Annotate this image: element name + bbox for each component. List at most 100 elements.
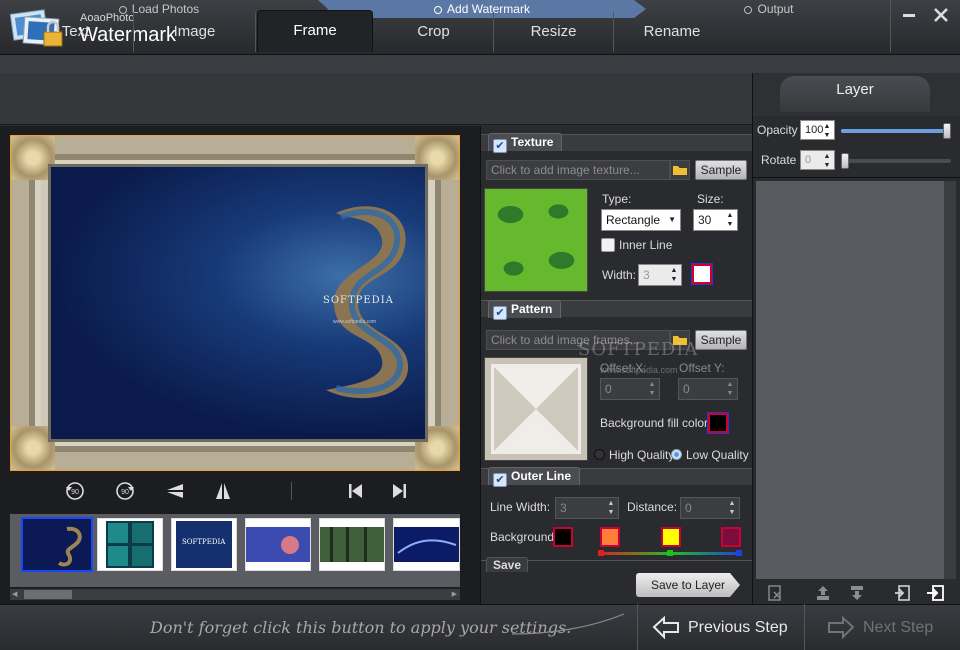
stepper-arrows-icon[interactable]: ▲ ▼ bbox=[822, 122, 832, 140]
checkbox-checked-icon[interactable]: ✔ bbox=[493, 139, 507, 153]
stepper-arrows-icon[interactable]: ▲ ▼ bbox=[647, 380, 657, 398]
width-value: 3 bbox=[643, 268, 650, 282]
checkbox-checked-icon[interactable]: ✔ bbox=[493, 306, 507, 320]
preview-canvas[interactable]: SOFTPEDIA www.softpedia.com bbox=[10, 135, 460, 471]
size-label: Size: bbox=[697, 192, 724, 206]
outer-line-toggle[interactable]: ✔ Outer Line bbox=[488, 467, 581, 487]
rotate-left-90-icon[interactable]: 90 bbox=[62, 478, 88, 504]
pattern-toggle[interactable]: ✔ Pattern bbox=[488, 300, 562, 320]
texture-title: Texture bbox=[511, 135, 554, 149]
texture-sample-button[interactable]: Sample bbox=[695, 160, 747, 180]
pattern-title: Pattern bbox=[511, 302, 553, 316]
gradient-stop-marker[interactable] bbox=[667, 550, 673, 556]
export-layer-icon[interactable] bbox=[925, 584, 945, 602]
thumbnail-item[interactable] bbox=[21, 517, 93, 572]
layer-scrollbar[interactable] bbox=[944, 181, 956, 579]
type-select[interactable]: Rectangle ▼ bbox=[601, 209, 681, 231]
import-layer-icon[interactable] bbox=[892, 584, 912, 602]
steps-bar bbox=[0, 55, 960, 73]
next-step-button[interactable]: Next Step bbox=[805, 605, 960, 650]
radio-unselected-icon[interactable] bbox=[594, 449, 605, 460]
next-image-icon[interactable] bbox=[387, 478, 413, 504]
scrollbar-thumb[interactable] bbox=[24, 590, 72, 599]
high-quality-radio[interactable]: High Quality bbox=[594, 448, 674, 462]
tab-frame[interactable]: Frame bbox=[257, 10, 373, 52]
stepper-arrows-icon[interactable]: ▲ ▼ bbox=[822, 152, 832, 170]
move-layer-up-icon[interactable] bbox=[813, 584, 833, 602]
rotate-slider-knob[interactable] bbox=[841, 153, 849, 169]
texture-file-input[interactable]: Click to add image texture... bbox=[486, 160, 670, 180]
rotate-slider-track[interactable] bbox=[841, 159, 951, 163]
stepper-arrows-icon[interactable]: ▲ ▼ bbox=[606, 499, 616, 517]
scroll-right-icon[interactable]: ▶ bbox=[452, 590, 457, 598]
thumbnail-item[interactable] bbox=[97, 518, 163, 571]
outer-line-color-swatch-2[interactable] bbox=[600, 527, 620, 547]
thumbnail-item[interactable] bbox=[319, 518, 385, 571]
thumbnail-item[interactable] bbox=[393, 518, 460, 571]
texture-toggle[interactable]: ✔ Texture bbox=[488, 133, 563, 153]
inner-line-label: Inner Line bbox=[619, 238, 673, 252]
tab-bar bbox=[0, 73, 752, 125]
offset-y-label: Offset Y: bbox=[679, 361, 725, 375]
stepper-arrows-icon[interactable]: ▲ ▼ bbox=[725, 211, 735, 229]
outer-line-color-swatch-3[interactable] bbox=[661, 527, 681, 547]
minimize-icon[interactable] bbox=[892, 0, 926, 30]
width-stepper[interactable]: 3 ▲ ▼ bbox=[638, 264, 682, 286]
step-dot-icon bbox=[744, 6, 753, 14]
outer-line-color-swatch-1[interactable] bbox=[553, 527, 573, 547]
previous-step-button[interactable]: Previous Step bbox=[638, 605, 804, 650]
svg-text:90: 90 bbox=[71, 489, 79, 496]
checkbox-checked-icon[interactable]: ✔ bbox=[493, 473, 507, 487]
gradient-stop-marker[interactable] bbox=[736, 550, 742, 556]
thumbnail-item[interactable] bbox=[245, 518, 311, 571]
texture-preview bbox=[484, 188, 588, 292]
tab-image[interactable]: Image bbox=[134, 12, 256, 52]
size-stepper[interactable]: 30 ▲ ▼ bbox=[693, 209, 738, 231]
outer-line-title: Outer Line bbox=[511, 469, 572, 483]
background-fill-color-swatch[interactable] bbox=[707, 412, 729, 434]
arrow-right-icon bbox=[827, 605, 855, 650]
opacity-stepper[interactable]: 100 ▲ ▼ bbox=[800, 120, 835, 140]
delete-layer-icon[interactable] bbox=[765, 584, 785, 602]
thumbnail-caption: SOFTPEDIA bbox=[182, 538, 226, 546]
tab-rename[interactable]: Rename bbox=[614, 12, 730, 52]
inner-line-color-swatch[interactable] bbox=[691, 263, 713, 285]
stepper-arrows-icon[interactable]: ▲ ▼ bbox=[725, 380, 735, 398]
rotate-right-90-icon[interactable]: 90 bbox=[112, 478, 138, 504]
tab-crop[interactable]: Crop bbox=[374, 12, 494, 52]
flip-horizontal-icon[interactable] bbox=[210, 478, 236, 504]
close-icon[interactable] bbox=[924, 0, 958, 30]
save-to-layer-button[interactable]: Save to Layer bbox=[636, 573, 740, 597]
type-select-value: Rectangle bbox=[606, 213, 661, 227]
distance-stepper[interactable]: 0 ▲ ▼ bbox=[680, 497, 740, 519]
stepper-arrows-icon[interactable]: ▲ ▼ bbox=[727, 499, 737, 517]
flip-vertical-icon[interactable] bbox=[162, 478, 188, 504]
tab-text[interactable]: Text bbox=[18, 12, 134, 52]
background-fill-label: Background fill color: bbox=[600, 416, 712, 430]
outer-line-color-swatch-4[interactable] bbox=[721, 527, 741, 547]
scroll-left-icon[interactable]: ◀ bbox=[12, 590, 17, 598]
photo-mat: SOFTPEDIA www.softpedia.com bbox=[48, 164, 428, 442]
opacity-slider-knob[interactable] bbox=[943, 123, 951, 139]
folder-open-icon[interactable] bbox=[670, 160, 690, 180]
tab-resize[interactable]: Resize bbox=[494, 12, 614, 52]
move-layer-down-icon[interactable] bbox=[847, 584, 867, 602]
opacity-label: Opacity bbox=[757, 123, 798, 137]
offset-y-stepper[interactable]: 0 ▲ ▼ bbox=[678, 378, 738, 400]
previous-image-icon[interactable] bbox=[342, 478, 368, 504]
rotate-stepper[interactable]: 0 ▲ ▼ bbox=[800, 150, 835, 170]
radio-selected-icon[interactable] bbox=[671, 449, 682, 460]
width-label: Width: bbox=[602, 268, 637, 282]
low-quality-radio[interactable]: Low Quality bbox=[671, 448, 749, 462]
thumbnail-scrollbar[interactable]: ◀ ▶ bbox=[10, 588, 460, 600]
offset-x-stepper[interactable]: 0 ▲ ▼ bbox=[600, 378, 660, 400]
gradient-stop-marker[interactable] bbox=[598, 550, 604, 556]
inner-line-checkbox[interactable]: Inner Line bbox=[601, 238, 672, 252]
checkbox-unchecked-icon[interactable] bbox=[601, 238, 615, 252]
stepper-arrows-icon[interactable]: ▲ ▼ bbox=[669, 266, 679, 284]
pattern-sample-button[interactable]: Sample bbox=[695, 330, 747, 350]
layer-list[interactable] bbox=[756, 181, 944, 579]
rotate-label: Rotate bbox=[761, 153, 797, 167]
thumbnail-item[interactable]: SOFTPEDIA bbox=[171, 518, 237, 571]
line-width-stepper[interactable]: 3 ▲ ▼ bbox=[555, 497, 619, 519]
